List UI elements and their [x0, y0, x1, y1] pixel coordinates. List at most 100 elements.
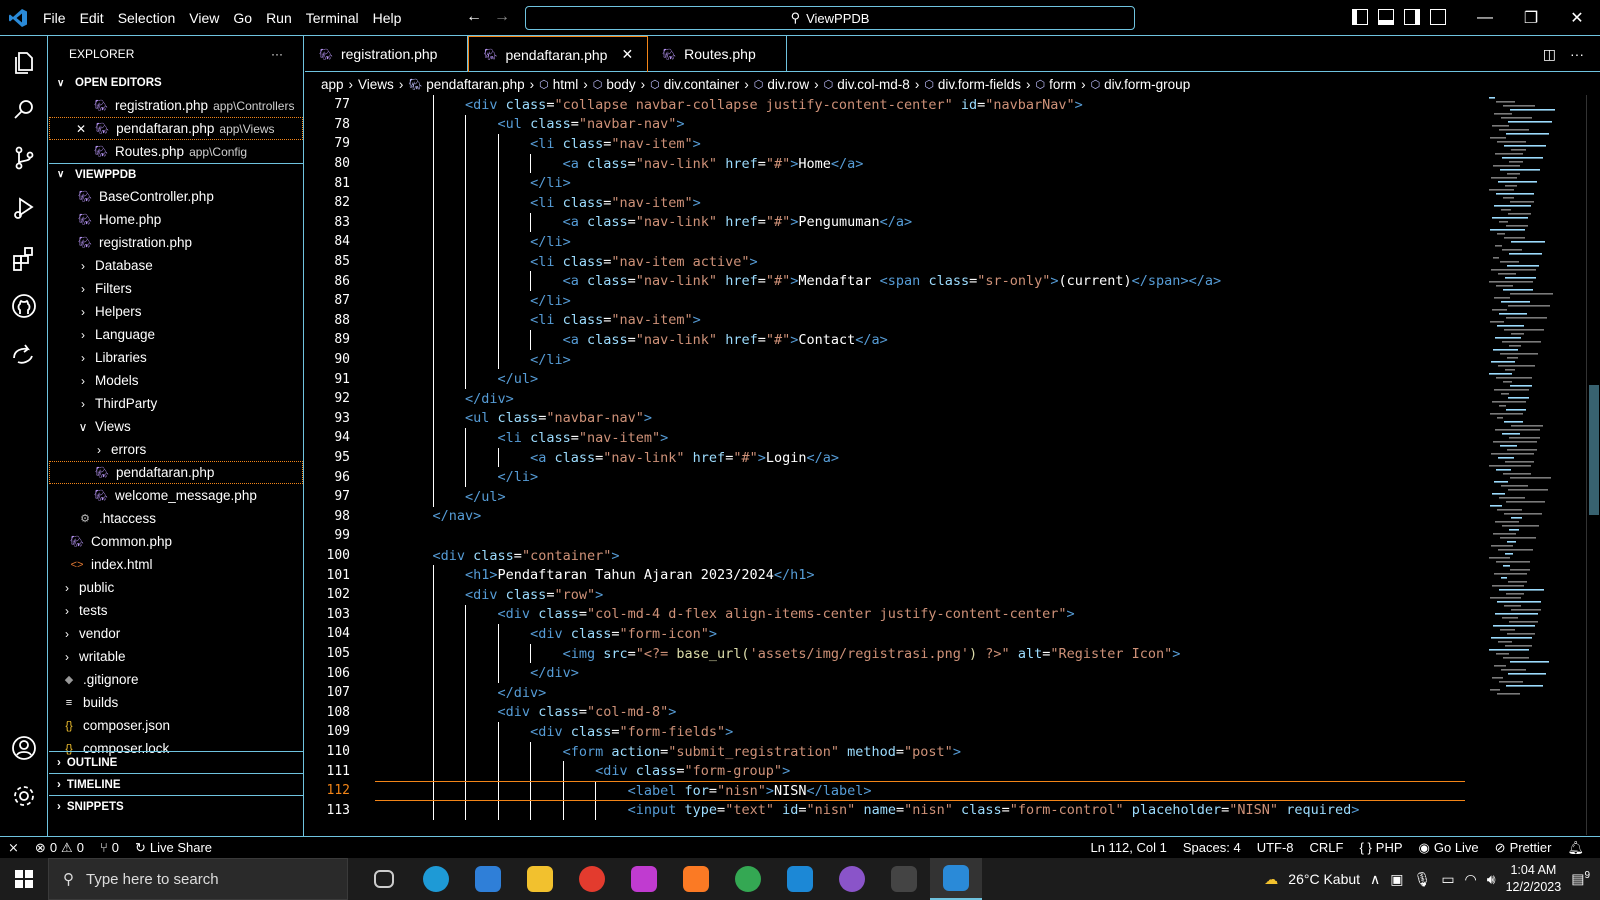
outline-section[interactable]: › OUTLINE [49, 751, 304, 773]
github-icon[interactable] [8, 290, 40, 322]
tree-item[interactable]: 🐘︎ Home.php [49, 208, 303, 231]
search-icon[interactable] [8, 94, 40, 126]
toggle-secondary-sidebar-icon[interactable] [1404, 9, 1420, 25]
tree-item[interactable]: {} composer.json [49, 714, 303, 737]
menu-terminal[interactable]: Terminal [299, 10, 366, 26]
tree-item[interactable]: › Helpers [49, 300, 303, 323]
terminal-taskbar-button[interactable] [878, 858, 930, 900]
tree-item[interactable]: › errors [49, 438, 303, 461]
code-editor[interactable]: 77 <div class="collapse navbar-collapse j… [305, 95, 1485, 835]
tree-item[interactable]: 🐘︎ welcome_message.php [49, 484, 303, 507]
restore-icon[interactable]: ❐ [1508, 0, 1554, 36]
ports-indicator[interactable]: ⑂ 0 [92, 840, 127, 855]
skype-taskbar-button[interactable] [774, 858, 826, 900]
menu-file[interactable]: File [36, 10, 73, 26]
chevron-up-icon[interactable]: ∧ [1370, 871, 1380, 888]
project-header[interactable]: ∨ VIEWPPDB [49, 163, 303, 185]
menu-run[interactable]: Run [259, 10, 299, 26]
accounts-icon[interactable] [8, 732, 40, 764]
menu-edit[interactable]: Edit [73, 10, 111, 26]
breadcrumb-item[interactable]: pendaftaran.php [426, 77, 524, 92]
tree-item[interactable]: › Libraries [49, 346, 303, 369]
remote-indicator[interactable]: ⨯ [0, 840, 27, 856]
timeline-section[interactable]: › TIMELINE [49, 773, 304, 795]
tree-item[interactable]: › public [49, 576, 303, 599]
weather-icon[interactable]: ☁ [1264, 871, 1278, 888]
problems-indicator[interactable]: ⊗ 0 ⚠ 0 [27, 840, 92, 856]
tree-item[interactable]: 🐘︎ pendaftaran.php [49, 461, 303, 484]
minimize-icon[interactable]: — [1462, 0, 1508, 36]
prettier-button[interactable]: ⊘ Prettier [1487, 840, 1560, 856]
tree-item[interactable]: 🐘︎ BaseController.php [49, 185, 303, 208]
notification-center-icon[interactable]: ▤9 [1571, 870, 1590, 888]
command-center-search[interactable]: ⚲ ViewPPDB [525, 6, 1135, 30]
tree-item[interactable]: › Models [49, 369, 303, 392]
vscode-taskbar-button[interactable] [930, 858, 982, 900]
tab-registration[interactable]: 🐘︎ registration.php [305, 36, 469, 72]
tree-item[interactable]: ◆ .gitignore [49, 668, 303, 691]
split-editor-icon[interactable]: ◫ [1543, 46, 1556, 63]
explorer-icon[interactable] [8, 46, 40, 78]
tree-item[interactable]: 🐘︎ Common.php [49, 530, 303, 553]
breadcrumb-item[interactable]: body [606, 77, 635, 92]
close-icon[interactable]: ✕ [76, 122, 86, 136]
breadcrumb-item[interactable]: div.row [767, 77, 809, 92]
extensions-icon[interactable] [8, 242, 40, 274]
volume-icon[interactable]: 🔊︎ [1487, 871, 1496, 888]
xampp-taskbar-button[interactable] [670, 858, 722, 900]
encoding[interactable]: UTF-8 [1249, 840, 1302, 856]
chrome-taskbar-button[interactable] [566, 858, 618, 900]
tree-item[interactable]: ∨ Views [49, 415, 303, 438]
close-icon[interactable]: ✕ [621, 46, 633, 63]
customize-layout-icon[interactable] [1430, 9, 1446, 25]
source-control-icon[interactable] [8, 142, 40, 174]
microphone-icon[interactable]: 🎙︎ [1414, 871, 1432, 888]
breadcrumb-item[interactable]: form [1049, 77, 1076, 92]
indentation[interactable]: Spaces: 4 [1175, 840, 1249, 856]
more-actions-icon[interactable]: ··· [1570, 46, 1584, 63]
back-arrow-icon[interactable]: ← [466, 8, 482, 26]
tree-item[interactable]: › tests [49, 599, 303, 622]
live-share-button[interactable]: ↻ Live Share [127, 840, 220, 856]
settings-gear-icon[interactable] [8, 780, 40, 812]
breadcrumb-item[interactable]: html [553, 77, 579, 92]
tree-item[interactable]: › writable [49, 645, 303, 668]
edge-taskbar-button[interactable] [410, 858, 462, 900]
breadcrumb-item[interactable]: div.form-fields [938, 77, 1021, 92]
open-editor-item[interactable]: 🐘︎ Routes.php app\Config [49, 140, 303, 163]
taskbar-search-box[interactable]: ⚲ Type here to search [48, 858, 348, 900]
menu-view[interactable]: View [182, 10, 226, 26]
live-share-icon[interactable] [8, 338, 40, 370]
tab-pendaftaran[interactable]: 🐘︎ pendaftaran.php ✕ [468, 36, 649, 72]
menu-go[interactable]: Go [226, 10, 259, 26]
notifications-bell-icon[interactable]: 🔔︎ [1559, 840, 1592, 856]
menu-selection[interactable]: Selection [111, 10, 183, 26]
vertical-scrollbar[interactable] [1586, 95, 1600, 835]
tree-item[interactable]: › ThirdParty [49, 392, 303, 415]
tree-item[interactable]: 🐘︎ registration.php [49, 231, 303, 254]
tree-item[interactable]: › Filters [49, 277, 303, 300]
mail-taskbar-button[interactable] [462, 858, 514, 900]
open-editor-item[interactable]: 🐘︎ registration.php app\Controllers [49, 94, 303, 117]
meet-now-icon[interactable]: ▣ [1390, 871, 1403, 888]
scrollbar-thumb[interactable] [1589, 385, 1599, 515]
breadcrumb-item[interactable]: div.form-group [1104, 77, 1190, 92]
toggle-panel-icon[interactable] [1378, 9, 1394, 25]
language-mode[interactable]: { } PHP [1351, 840, 1410, 856]
windows-start-icon[interactable] [0, 858, 48, 900]
task-view-taskbar-button[interactable] [358, 858, 410, 900]
wifi-icon[interactable]: ◠ [1465, 871, 1477, 888]
snippets-section[interactable]: › SNIPPETS [49, 795, 304, 817]
cursor-position[interactable]: Ln 112, Col 1 [1082, 840, 1174, 856]
battery-icon[interactable]: ▭ [1441, 871, 1454, 888]
minimap[interactable] [1485, 95, 1585, 835]
chrome-profile-taskbar-button[interactable] [722, 858, 774, 900]
github-desktop-taskbar-button[interactable] [826, 858, 878, 900]
go-live-button[interactable]: ◉ Go Live [1411, 840, 1487, 856]
toggle-primary-sidebar-icon[interactable] [1352, 9, 1368, 25]
open-editors-header[interactable]: ∨ OPEN EDITORS [49, 72, 303, 94]
breadcrumb-item[interactable]: Views [358, 77, 394, 92]
menu-help[interactable]: Help [366, 10, 409, 26]
clock[interactable]: 1:04 AM 12/2/2023 [1506, 862, 1562, 896]
forward-arrow-icon[interactable]: → [494, 8, 510, 26]
